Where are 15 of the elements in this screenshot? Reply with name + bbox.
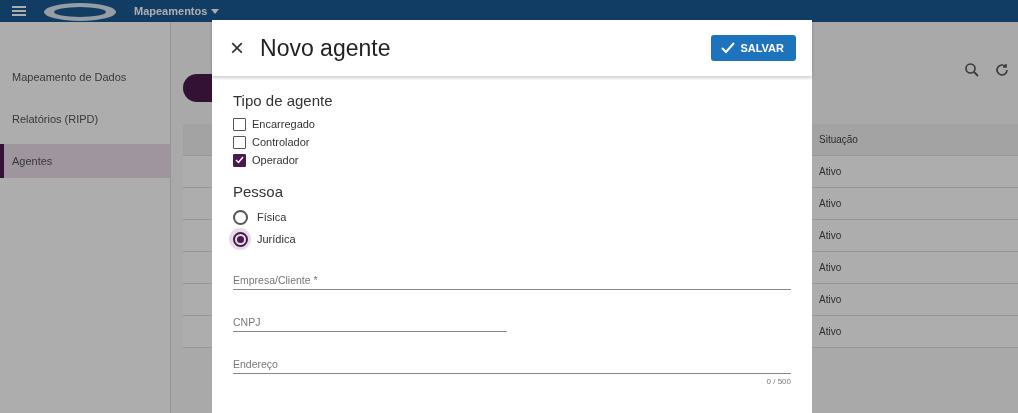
radio-label: Física xyxy=(257,211,287,223)
section-title: Tipo de agente xyxy=(233,92,334,109)
table-cell-text: Ativo xyxy=(818,262,843,273)
checkbox-label: Operador xyxy=(252,154,299,166)
table-cell-text: Ativo xyxy=(818,230,843,241)
section-title: Pessoa xyxy=(233,183,285,200)
dialog-title: Novo agente xyxy=(260,34,392,62)
character-counter: 0 / 500 xyxy=(765,377,791,386)
table-cell-text: Ativo xyxy=(818,294,843,305)
table-cell-text: Ativo xyxy=(818,326,843,337)
checkbox-label: Controlador xyxy=(252,136,310,148)
radio-label: Jurídica xyxy=(257,233,296,245)
table-cell-text: Ativo xyxy=(818,198,843,209)
checkbox-label: Encarregado xyxy=(252,118,315,130)
table-cell-text: Ativo xyxy=(818,166,843,177)
